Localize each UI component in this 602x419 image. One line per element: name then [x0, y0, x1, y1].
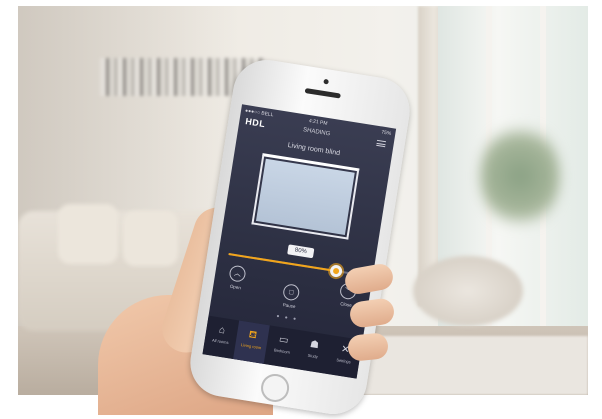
tab-label: Study	[307, 352, 319, 360]
slider-thumb[interactable]	[329, 264, 343, 278]
tab-label: Bedroom	[273, 347, 291, 355]
open-label: Open	[229, 283, 242, 291]
pause-control[interactable]: □ Pause	[269, 281, 312, 311]
tab-label: Settings	[336, 357, 352, 365]
blind-shade	[255, 158, 355, 235]
plant	[480, 121, 560, 231]
lamp-icon: ☗	[309, 338, 320, 352]
speaker-grille	[304, 88, 341, 99]
camera-icon	[323, 78, 329, 85]
stop-icon[interactable]: □	[282, 283, 301, 302]
tab-label: All rooms	[211, 337, 229, 346]
bed-icon: ▭	[278, 334, 290, 347]
open-control[interactable]: ︿ Open	[215, 263, 258, 293]
menu-icon[interactable]	[376, 139, 387, 148]
blind-illustration	[251, 153, 360, 240]
home-button[interactable]	[259, 371, 292, 404]
chevron-up-icon[interactable]: ︿	[228, 264, 247, 283]
tab-label: Living room	[240, 342, 262, 351]
pause-label: Pause	[282, 302, 296, 310]
close-label: Close	[339, 301, 353, 308]
position-readout: 80%	[287, 244, 315, 259]
ottoman	[413, 256, 523, 326]
home-icon: ⌂	[218, 324, 226, 337]
sofa-icon: ⛾	[247, 329, 258, 342]
